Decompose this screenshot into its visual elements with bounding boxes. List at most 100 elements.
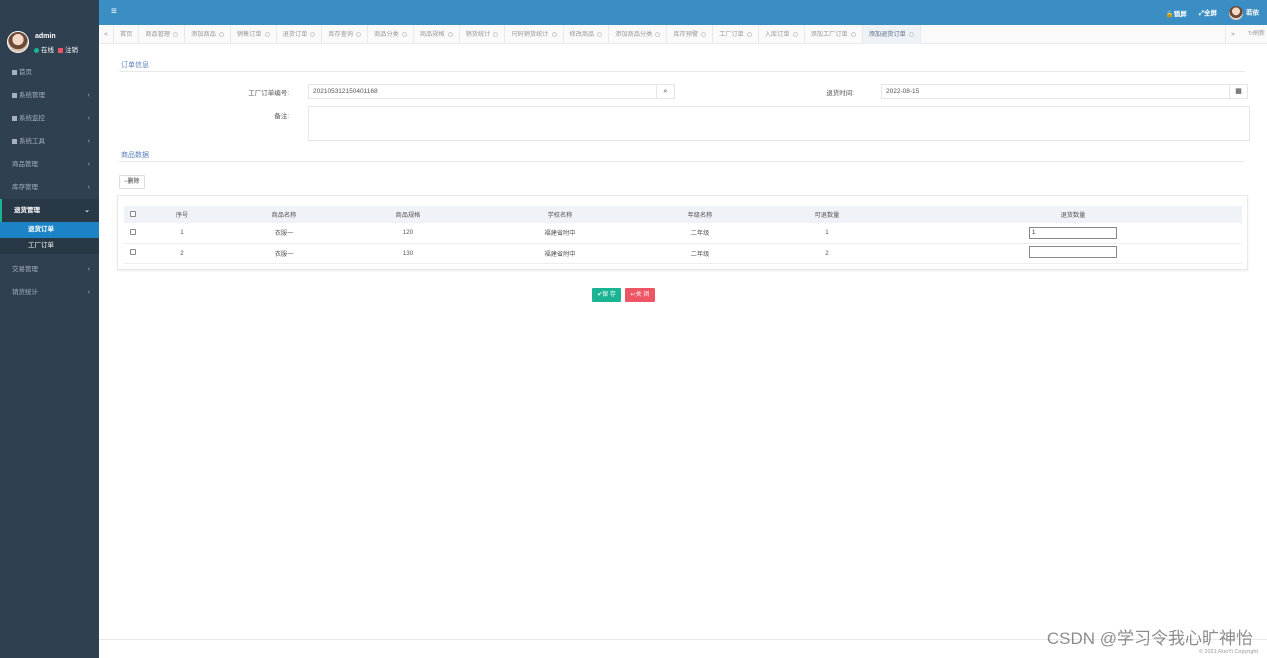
lock-screen-button[interactable]: 🔒锁屏 bbox=[1166, 8, 1187, 18]
chevron-down-icon: ⌄ bbox=[84, 207, 90, 214]
sidebar-item-trade[interactable]: 交易管理 ‹ bbox=[0, 258, 99, 281]
close-tab-icon[interactable] bbox=[908, 31, 914, 37]
home-icon bbox=[12, 69, 17, 75]
logout-link[interactable]: 注销 bbox=[65, 47, 78, 54]
tab-item[interactable]: 修改商品 bbox=[564, 25, 610, 44]
cell-grade: 二年级 bbox=[650, 223, 750, 244]
logout-icon[interactable] bbox=[58, 47, 63, 53]
section-title-order: 订单信息 bbox=[121, 62, 149, 69]
tab-item[interactable]: 入库订单 bbox=[759, 25, 805, 44]
tab-item[interactable]: 库存预警 bbox=[667, 25, 714, 44]
delete-button[interactable]: −删除 bbox=[119, 175, 145, 189]
tab-item[interactable]: 添加商品 bbox=[185, 25, 231, 44]
close-tab-icon[interactable] bbox=[173, 31, 179, 37]
cell-index: 2 bbox=[142, 243, 222, 264]
tab-item[interactable]: 商品管理 bbox=[139, 25, 186, 44]
tab-scroll-left-icon[interactable]: « bbox=[99, 25, 114, 44]
remark-textarea[interactable] bbox=[308, 106, 1250, 141]
sidebar-item-system-tools[interactable]: 系统工具 ‹ bbox=[0, 130, 99, 153]
user-menu[interactable]: 若依 bbox=[1229, 5, 1259, 20]
column-header-school[interactable]: 学校名称 bbox=[470, 206, 650, 223]
avatar[interactable] bbox=[7, 31, 29, 53]
search-icon[interactable]: ⌕ bbox=[656, 84, 675, 99]
row-checkbox-cell bbox=[124, 243, 142, 264]
tab-item[interactable]: 商品规格 bbox=[414, 25, 460, 44]
row-checkbox-cell bbox=[124, 223, 142, 244]
close-tab-icon[interactable] bbox=[493, 31, 499, 37]
close-tab-icon[interactable] bbox=[850, 31, 856, 37]
online-label: 在线 bbox=[41, 47, 54, 54]
tab-item[interactable]: 首页 bbox=[114, 25, 140, 44]
cell-school: 福建省附中 bbox=[470, 223, 650, 244]
sidebar-item-goods[interactable]: 商品管理 ‹ bbox=[0, 153, 99, 176]
sidebar-item-inventory[interactable]: 库存管理 ‹ bbox=[0, 176, 99, 199]
sidebar-brand bbox=[0, 0, 99, 25]
return-qty-input[interactable] bbox=[1029, 246, 1117, 258]
gear-icon bbox=[12, 92, 17, 98]
column-header-name[interactable]: 商品名称 bbox=[222, 206, 346, 223]
tab-item[interactable]: 工厂订单 bbox=[713, 25, 759, 44]
tab-item[interactable]: 销货统计 bbox=[460, 25, 506, 44]
calendar-icon[interactable]: ▦ bbox=[1229, 84, 1248, 99]
cell-return-qty: 1 bbox=[904, 223, 1242, 244]
close-tab-icon[interactable] bbox=[401, 31, 407, 37]
close-tab-icon[interactable] bbox=[310, 31, 316, 37]
sidebar-item-system-monitor[interactable]: 系统监控 ‹ bbox=[0, 107, 99, 130]
tab-item[interactable]: 添加商品分类 bbox=[609, 25, 668, 44]
save-button[interactable]: ✔保 存 bbox=[592, 288, 621, 302]
sidebar-item-home[interactable]: 首页 bbox=[0, 61, 99, 84]
cell-school: 福建省附中 bbox=[470, 243, 650, 264]
return-qty-input[interactable]: 1 bbox=[1029, 226, 1117, 239]
column-header-grade[interactable]: 年级名称 bbox=[650, 206, 750, 223]
close-button[interactable]: ↩关 闭 bbox=[625, 288, 655, 302]
row-checkbox[interactable] bbox=[130, 249, 136, 255]
close-tab-icon[interactable] bbox=[264, 31, 270, 37]
select-all-checkbox[interactable] bbox=[130, 210, 136, 217]
sidebar-item-system-admin[interactable]: 系统管理 ‹ bbox=[0, 84, 99, 107]
column-header-index[interactable]: 序号 bbox=[142, 206, 222, 223]
menu-toggle-icon[interactable]: ≡ bbox=[111, 6, 117, 17]
main-content: 订单信息 工厂订单编号: 202105312150401168 ⌕ 退货时间: … bbox=[99, 44, 1267, 658]
cell-return-qty bbox=[904, 243, 1242, 264]
user-panel: admin 在线 注销 bbox=[0, 25, 99, 61]
sidebar-item-sales-stats[interactable]: 销货统计 ‹ bbox=[0, 281, 99, 304]
close-tab-icon[interactable] bbox=[447, 31, 453, 37]
close-tab-icon[interactable] bbox=[597, 31, 603, 37]
tab-item[interactable]: 商品分类 bbox=[368, 25, 414, 44]
refresh-button[interactable]: ↻刷新 bbox=[1248, 25, 1265, 44]
tab-item[interactable]: 添加退货订单 bbox=[862, 25, 921, 44]
tab-item[interactable]: 库存查询 bbox=[322, 25, 369, 44]
tab-item[interactable]: 尺码销货统计 bbox=[505, 25, 564, 44]
return-time-input[interactable]: 2022-08-15 bbox=[881, 84, 1230, 99]
close-tab-icon[interactable] bbox=[551, 31, 557, 37]
close-tab-icon[interactable] bbox=[218, 31, 224, 37]
section-title-goods: 商品数据 bbox=[121, 152, 149, 159]
goods-table-card: 序号 商品名称 商品规格 学校名称 年级名称 可退数量 退货数量 1 衣服一 1… bbox=[117, 195, 1248, 270]
tab-item[interactable]: 添加工厂订单 bbox=[805, 25, 863, 44]
close-tab-icon[interactable] bbox=[655, 31, 661, 37]
watermark: CSDN @学习令我心旷神怡 bbox=[1046, 629, 1253, 648]
close-tab-icon[interactable] bbox=[746, 31, 752, 37]
fullscreen-button[interactable]: ⤢全屏 bbox=[1199, 7, 1217, 18]
close-tab-icon[interactable] bbox=[792, 31, 798, 37]
column-header-returnable[interactable]: 可退数量 bbox=[750, 206, 904, 223]
factory-order-input[interactable]: 202105312150401168 bbox=[308, 84, 657, 99]
column-header-spec[interactable]: 商品规格 bbox=[346, 206, 470, 223]
avatar bbox=[1229, 5, 1243, 20]
sidebar-menu: 首页 系统管理 ‹ 系统监控 ‹ 系统工具 ‹ 商品管理 ‹ 库存管理 ‹ 退货管理 ⌄ 退… bbox=[0, 61, 99, 304]
column-header-return-qty[interactable]: 退货数量 bbox=[904, 206, 1242, 223]
close-tab-icon[interactable] bbox=[701, 31, 707, 37]
sidebar-item-factory-order[interactable]: 工厂订单 bbox=[0, 238, 99, 254]
chevron-left-icon: ‹ bbox=[87, 115, 90, 122]
row-checkbox[interactable] bbox=[130, 228, 136, 235]
tab-item[interactable]: 销售订单 bbox=[231, 25, 277, 44]
tab-item[interactable]: 退货订单 bbox=[277, 25, 323, 44]
table-header-row: 序号 商品名称 商品规格 学校名称 年级名称 可退数量 退货数量 bbox=[124, 206, 1242, 223]
tab-bar: « 首页 商品管理 添加商品 销售订单 退货订单 库存查询 商品分类 商品规格 销货统计 尺码销货… bbox=[99, 25, 1267, 44]
tab-scroll-right-icon[interactable]: » bbox=[1225, 25, 1240, 44]
return-time-label: 退货时间: bbox=[826, 90, 854, 97]
sidebar-item-returns-order[interactable]: 退货订单 bbox=[0, 222, 99, 238]
divider bbox=[119, 161, 1245, 162]
sidebar-item-returns[interactable]: 退货管理 ⌄ bbox=[0, 199, 99, 222]
close-tab-icon[interactable] bbox=[356, 31, 362, 37]
